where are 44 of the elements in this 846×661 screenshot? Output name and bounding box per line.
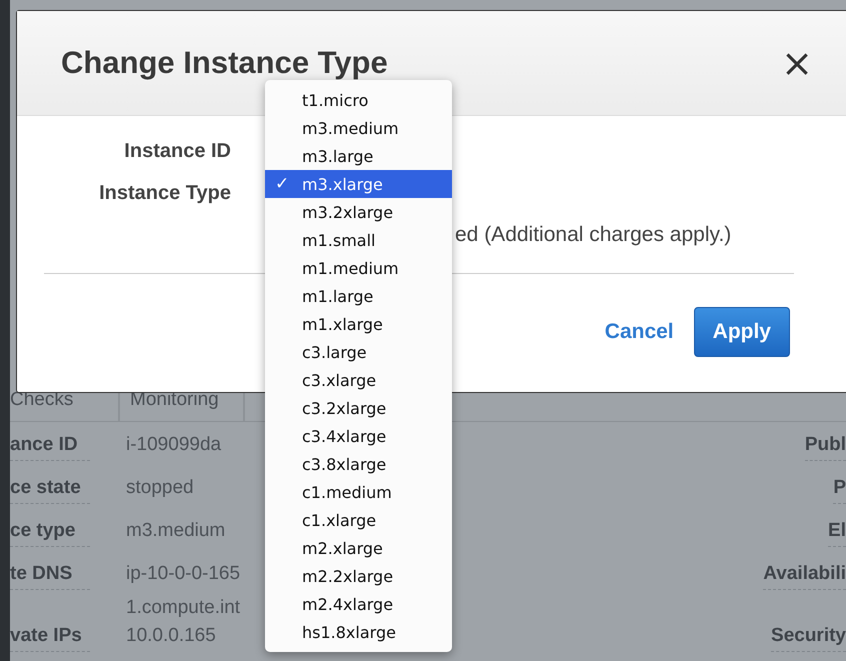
close-button[interactable]: × [781,44,813,82]
field-label: Instance ID [123,140,231,162]
detail-label: P [833,477,846,504]
dropdown-option[interactable]: m3.medium [265,114,452,142]
field-label: Instance Type [98,182,231,204]
detail-value: stopped [126,477,194,499]
dropdown-option[interactable]: m1.xlarge [265,310,452,338]
dropdown-option[interactable]: ✓ m3.xlarge [265,170,452,198]
detail-label: vate IPs [10,625,90,652]
detail-label: Availabili [763,563,846,590]
dropdown-option[interactable]: c3.4xlarge [265,422,452,450]
dialog-title: Change Instance Type [61,45,389,81]
dropdown-option[interactable]: m1.medium [265,254,452,282]
note-text: ed (Additional charges apply.) [455,222,732,248]
detail-value: 1.compute.int [126,597,240,619]
detail-label: ce type [10,520,90,547]
dropdown-option[interactable]: c3.large [265,338,452,366]
cancel-button[interactable]: Cancel [604,320,674,344]
dropdown-option[interactable]: c1.xlarge [265,506,452,534]
dropdown-option[interactable]: m1.small [265,226,452,254]
detail-label: Publ [804,434,846,461]
dropdown-option[interactable]: c1.medium [265,478,452,506]
dropdown-option[interactable]: m3.2xlarge [265,198,452,226]
dropdown-option[interactable]: m1.large [265,282,452,310]
detail-value: m3.medium [126,520,226,542]
dropdown-option[interactable]: m2.2xlarge [265,562,452,590]
apply-button[interactable]: Apply [694,307,790,357]
dropdown-option[interactable]: c3.xlarge [265,366,452,394]
detail-value: i-109099da [126,434,222,456]
detail-label: El [828,520,846,547]
detail-label: ance ID [10,434,90,461]
dropdown-option[interactable]: t1.micro [265,86,452,114]
dropdown-option[interactable]: hs1.8xlarge [265,618,452,646]
dropdown-option[interactable]: c3.8xlarge [265,450,452,478]
dropdown-option[interactable]: m3.large [265,142,452,170]
detail-label: te DNS [10,563,90,590]
check-icon: ✓ [275,174,290,194]
dropdown-option[interactable]: m2.xlarge [265,534,452,562]
detail-label: Security [771,625,846,652]
dropdown-option[interactable]: c3.2xlarge [265,394,452,422]
detail-label: ce state [10,477,90,504]
dropdown-option[interactable]: m2.4xlarge [265,590,452,618]
detail-value: 10.0.0.165 [126,625,216,647]
detail-value: ip-10-0-0-165 [126,563,240,585]
